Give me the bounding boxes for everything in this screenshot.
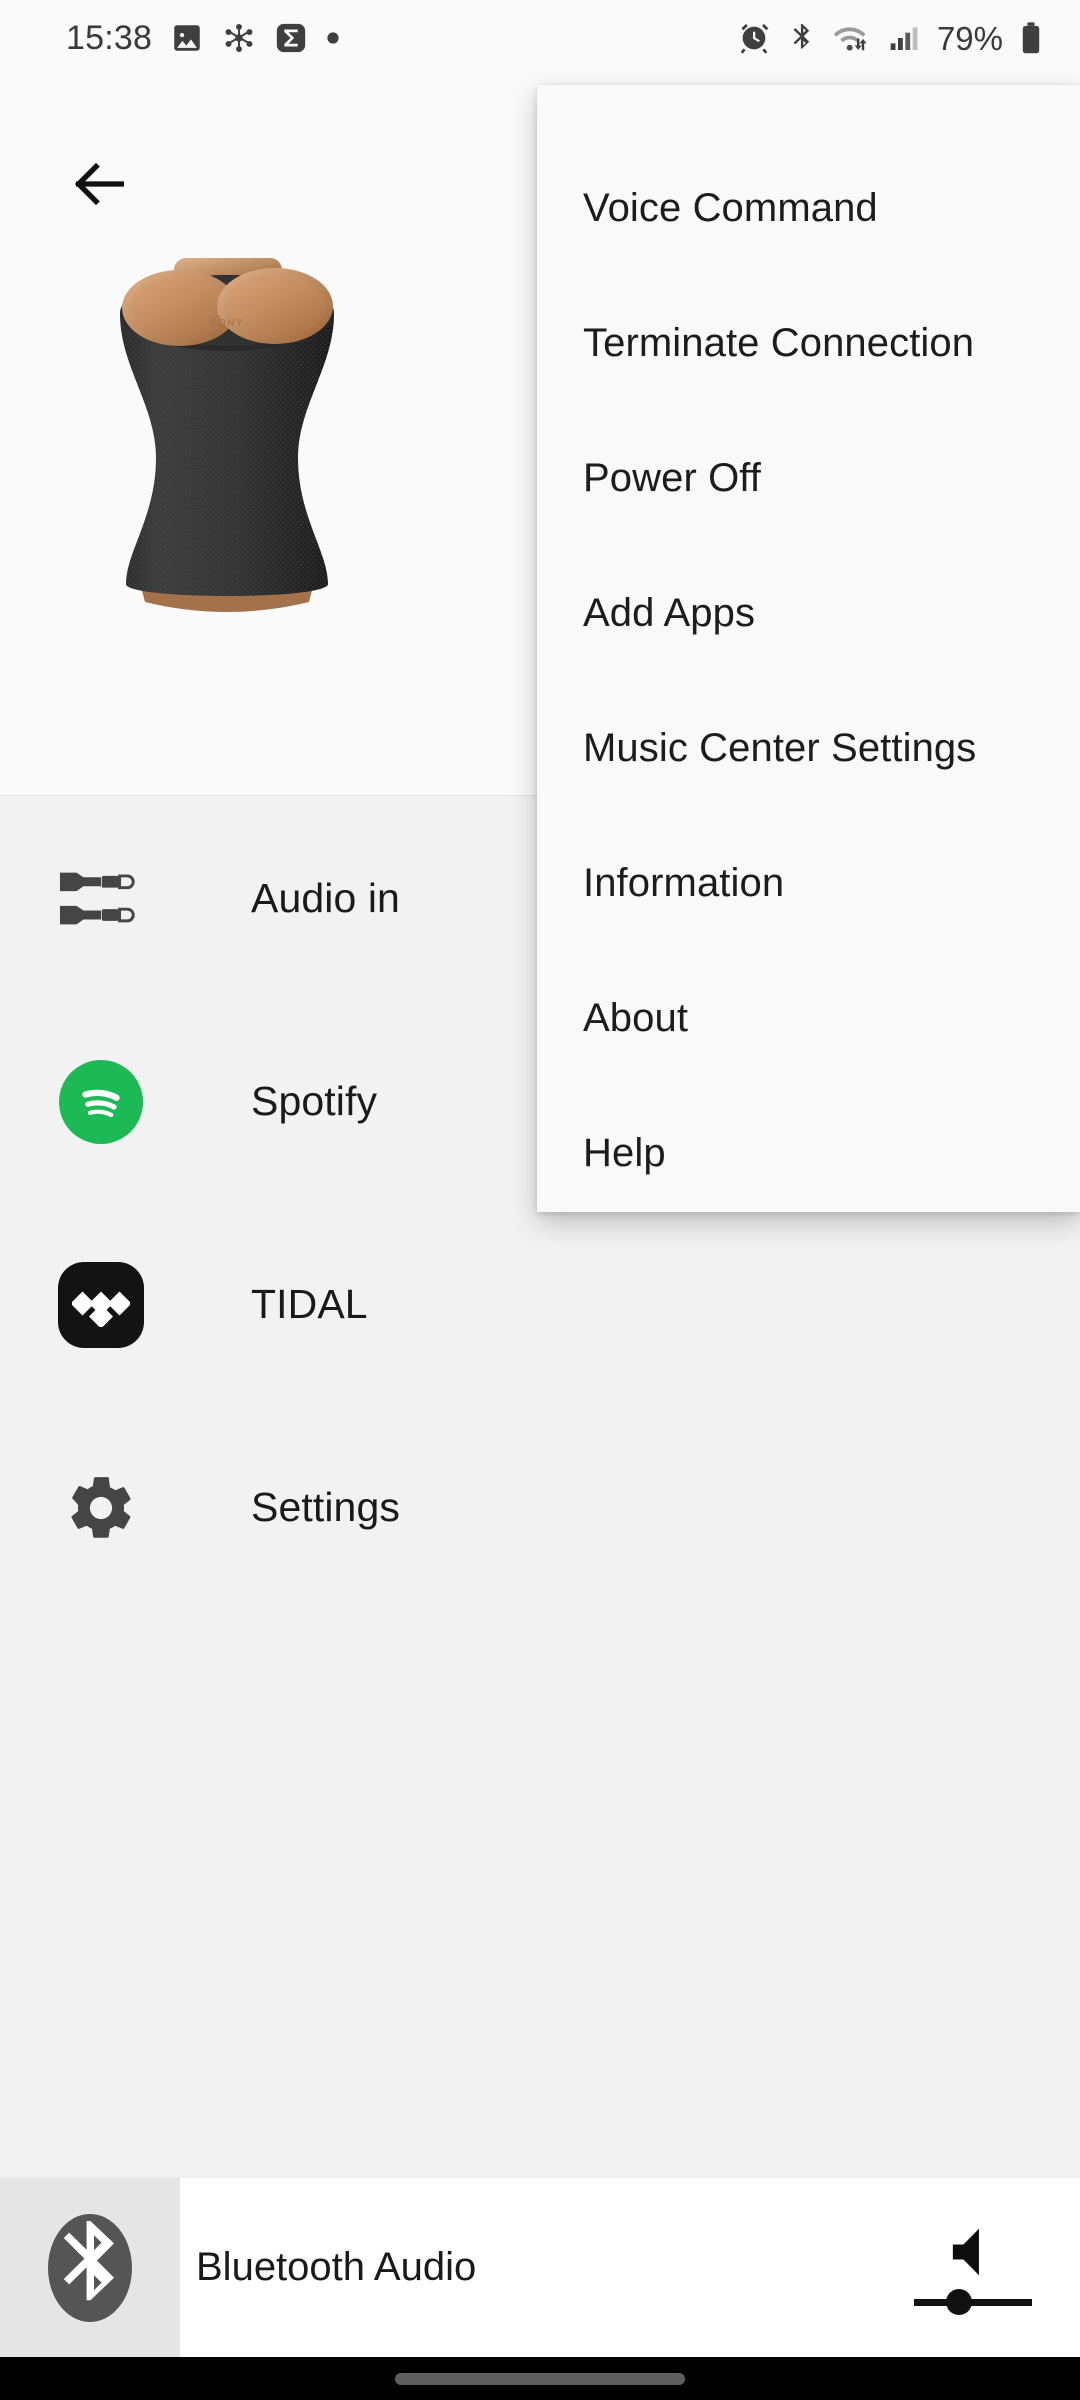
bluetooth-icon <box>48 2213 132 2322</box>
overflow-menu: Voice Command Terminate Connection Power… <box>537 85 1080 1212</box>
bluetooth-icon <box>793 23 810 49</box>
list-item-tidal[interactable]: TIDAL <box>0 1203 1080 1406</box>
signal-bars-icon <box>890 27 918 50</box>
gallery-icon <box>174 25 200 51</box>
wifi-transfer-icon <box>833 27 867 51</box>
menu-item-information[interactable]: Information <box>537 816 1080 951</box>
menu-item-terminate-connection[interactable]: Terminate Connection <box>537 276 1080 411</box>
sigma-badge-icon <box>276 23 306 53</box>
alarm-icon <box>740 23 769 54</box>
status-clock: 15:38 <box>66 19 153 57</box>
tidal-icon <box>56 1260 146 1350</box>
list-item-label: TIDAL <box>251 1281 368 1327</box>
speaker-volume-icon <box>952 2228 979 2275</box>
now-playing-bar: Bluetooth Audio <box>0 2177 1080 2357</box>
bluetooth-source-button[interactable] <box>0 2178 180 2357</box>
menu-item-music-center-settings[interactable]: Music Center Settings <box>537 681 1080 816</box>
status-bar-right: 79% <box>737 21 1044 55</box>
volume-slider-track <box>914 2298 1032 2306</box>
menu-item-voice-command[interactable]: Voice Command <box>537 141 1080 276</box>
battery-percent-label: 79% <box>936 19 1003 57</box>
gear-icon <box>56 1463 146 1553</box>
status-bar-left: 15:38 <box>66 21 340 55</box>
list-item-settings[interactable]: Settings <box>0 1406 1080 1609</box>
phone-screen: 15:38 79% SONY Audio in Spotify TIDAL Se… <box>0 0 1080 2400</box>
menu-item-about[interactable]: About <box>537 951 1080 1086</box>
volume-control[interactable] <box>890 2178 1080 2357</box>
cluster-icon <box>225 23 253 53</box>
gesture-pill[interactable] <box>395 2372 685 2385</box>
menu-item-power-off[interactable]: Power Off <box>537 411 1080 546</box>
list-item-label: Spotify <box>251 1078 378 1124</box>
now-playing-title: Bluetooth Audio <box>196 2245 477 2289</box>
volume-slider[interactable] <box>914 2288 1032 2315</box>
volume-slider-thumb[interactable] <box>945 2288 972 2315</box>
list-item-label: Settings <box>251 1484 400 1530</box>
system-nav-bar <box>0 2357 1080 2400</box>
menu-item-add-apps[interactable]: Add Apps <box>537 546 1080 681</box>
list-item-label: Audio in <box>251 875 400 921</box>
battery-icon <box>1022 22 1040 54</box>
device-brand-label: SONY <box>210 318 245 329</box>
spotify-icon <box>56 1057 146 1147</box>
status-bar: 15:38 79% <box>0 0 1080 76</box>
device-image: SONY <box>62 196 392 616</box>
audio-plug-icon <box>56 854 146 944</box>
menu-item-help[interactable]: Help <box>537 1086 1080 1221</box>
dot-icon <box>327 32 339 44</box>
